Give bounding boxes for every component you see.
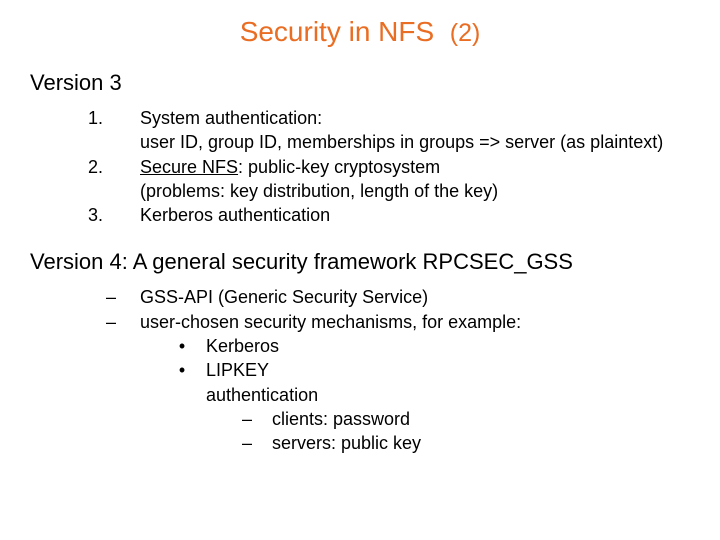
list-item: • Kerberos bbox=[158, 334, 690, 358]
secure-nfs-underline: Secure NFS bbox=[140, 157, 238, 177]
v4-sublist: • Kerberos • LIPKEY authentication – cli… bbox=[158, 334, 690, 455]
v3-list: 1. System authentication: user ID, group… bbox=[88, 106, 690, 227]
list-body: Kerberos bbox=[206, 334, 690, 358]
slide-title: Security in NFS (2) bbox=[30, 16, 690, 48]
list-text: : public-key cryptosystem bbox=[238, 157, 440, 177]
list-body: System authentication: user ID, group ID… bbox=[140, 106, 690, 155]
v3-heading: Version 3 bbox=[30, 70, 690, 96]
dash-marker: – bbox=[82, 310, 140, 456]
list-item: – user-chosen security mechanisms, for e… bbox=[82, 310, 690, 456]
list-marker: 1. bbox=[88, 106, 140, 155]
list-line: LIPKEY bbox=[206, 358, 690, 382]
list-item: – servers: public key bbox=[242, 431, 690, 455]
list-body: LIPKEY authentication – clients: passwor… bbox=[206, 358, 690, 455]
bullet-marker: • bbox=[158, 334, 206, 358]
list-body: Kerberos authentication bbox=[140, 203, 690, 227]
dash-marker: – bbox=[242, 407, 272, 431]
dash-marker: – bbox=[82, 285, 140, 309]
list-line: System authentication: bbox=[140, 106, 690, 130]
bullet-marker: • bbox=[158, 358, 206, 455]
v4-heading: Version 4: A general security framework … bbox=[30, 249, 690, 275]
list-item: – clients: password bbox=[242, 407, 690, 431]
list-body: servers: public key bbox=[272, 431, 690, 455]
title-part: (2) bbox=[450, 19, 481, 47]
list-body: user-chosen security mechanisms, for exa… bbox=[140, 310, 690, 456]
list-item: • LIPKEY authentication – clients: passw… bbox=[158, 358, 690, 455]
list-line: user-chosen security mechanisms, for exa… bbox=[140, 310, 690, 334]
list-line: authentication bbox=[206, 383, 690, 407]
list-body: Secure NFS: public-key cryptosystem (pro… bbox=[140, 155, 690, 204]
list-item: 3. Kerberos authentication bbox=[88, 203, 690, 227]
list-item: – GSS-API (Generic Security Service) bbox=[82, 285, 690, 309]
list-line: (problems: key distribution, length of t… bbox=[140, 179, 690, 203]
list-line: user ID, group ID, memberships in groups… bbox=[140, 130, 690, 154]
title-main: Security in NFS bbox=[240, 16, 435, 47]
list-line: Kerberos authentication bbox=[140, 203, 690, 227]
v4-subsublist: – clients: password – servers: public ke… bbox=[242, 407, 690, 456]
list-item: 2. Secure NFS: public-key cryptosystem (… bbox=[88, 155, 690, 204]
list-line: Secure NFS: public-key cryptosystem bbox=[140, 155, 690, 179]
v4-list: – GSS-API (Generic Security Service) – u… bbox=[82, 285, 690, 455]
dash-marker: – bbox=[242, 431, 272, 455]
list-marker: 3. bbox=[88, 203, 140, 227]
list-body: GSS-API (Generic Security Service) bbox=[140, 285, 690, 309]
list-body: clients: password bbox=[272, 407, 690, 431]
list-item: 1. System authentication: user ID, group… bbox=[88, 106, 690, 155]
list-marker: 2. bbox=[88, 155, 140, 204]
